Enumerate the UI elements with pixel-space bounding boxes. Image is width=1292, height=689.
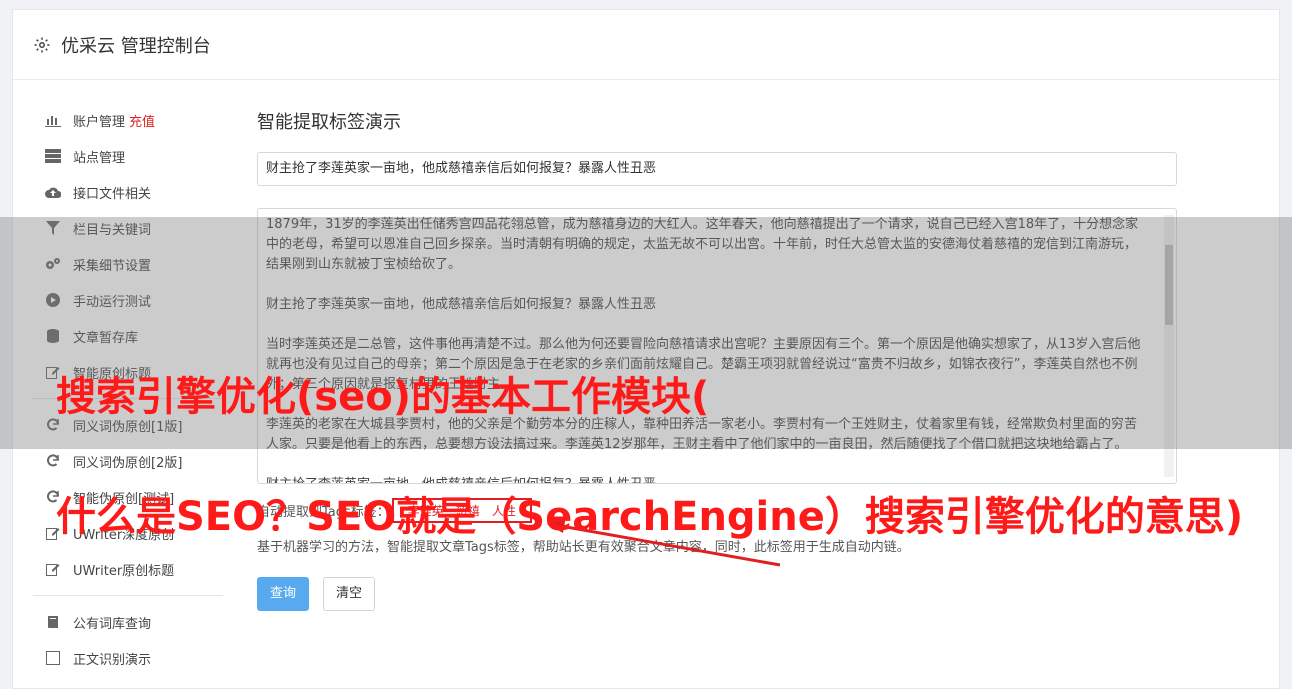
sidebar-item-uwriter-title[interactable]: UWriter原创标题 — [33, 551, 243, 587]
section-heading: 智能提取标签演示 — [257, 112, 401, 133]
sidebar-item-label: UWriter原创标题 — [73, 563, 175, 579]
cloud-upload-icon — [45, 184, 61, 200]
article-paragraph: 财主抢了李莲英家一亩地，他成慈禧亲信后如何报复？暴露人性丑恶 — [266, 475, 1148, 483]
sidebar-item-interface[interactable]: 接口文件相关 — [33, 174, 243, 210]
sidebar-item-label: 正文识别演示 — [73, 652, 152, 668]
database-icon — [45, 328, 61, 344]
edit-icon — [45, 561, 61, 577]
sidebar-item-label: 公有词库查询 — [73, 616, 152, 632]
sidebar-item-label: 手动运行测试 — [73, 294, 152, 310]
overlay-headline: 搜索引擎优化(seo)的基本工作模块( — [56, 374, 710, 420]
sidebar-item-sites[interactable]: 站点管理 — [33, 138, 243, 174]
sidebar-item-label: 同义词伪原创[2版] — [73, 455, 183, 471]
button-row: 查询 清空 — [257, 577, 1177, 611]
sidebar-item-synonym-v2[interactable]: 同义词伪原创[2版] — [33, 443, 243, 479]
sidebar-item-label: 账户管理 — [73, 114, 126, 130]
clear-button[interactable]: 清空 — [323, 577, 376, 611]
sidebar-item-collect-settings[interactable]: 采集细节设置 — [33, 246, 243, 282]
sidebar-item-label: 站点管理 — [73, 150, 126, 166]
sidebar-item-manual-run[interactable]: 手动运行测试 — [33, 282, 243, 318]
gear-icon — [34, 37, 50, 52]
sidebar-item-label: 接口文件相关 — [73, 186, 152, 202]
sidebar-item-account[interactable]: 账户管理 充值 — [33, 102, 243, 138]
sidebar-item-label: 栏目与关键词 — [73, 222, 152, 238]
panel-header: 优采云 管理控制台 — [13, 10, 1279, 80]
cogs-icon — [45, 256, 61, 272]
sidebar-item-article-store[interactable]: 文章暂存库 — [33, 318, 243, 354]
square-icon — [45, 650, 61, 666]
sidebar-item-label: 采集细节设置 — [73, 258, 152, 274]
recharge-link[interactable]: 充值 — [129, 111, 155, 130]
sidebar-divider — [33, 595, 223, 596]
sidebar-item-public-lexicon[interactable]: 公有词库查询 — [33, 604, 243, 640]
sidebar-item-label: 文章暂存库 — [73, 330, 139, 346]
article-paragraph: 财主抢了李莲英家一亩地，他成慈禧亲信后如何报复？暴露人性丑恶 — [266, 297, 657, 312]
play-icon — [45, 292, 61, 308]
scrollbar-thumb[interactable] — [1165, 245, 1173, 325]
query-button[interactable]: 查询 — [257, 577, 310, 611]
console-panel: 优采云 管理控制台 账户管理 充值 站点管理 接口文件相关 栏目与关键词 采集细… — [12, 9, 1280, 689]
sidebar-item-columns[interactable]: 栏目与关键词 — [33, 210, 243, 246]
sidebar-item-text-recognition[interactable]: 正文识别演示 — [33, 640, 243, 676]
article-textarea[interactable]: 1879年，31岁的李莲英出任储秀宫四品花翎总管，成为慈禧身边的大红人。这年春天… — [257, 208, 1177, 484]
title-input[interactable]: 财主抢了李莲英家一亩地，他成慈禧亲信后如何报复？暴露人性丑恶 — [257, 152, 1177, 186]
overlay-subheadline: 什么是SEO？SEO就是（SearchEngine）搜索引擎优化的意思) — [56, 494, 1244, 540]
article-paragraph: 1879年，31岁的李莲英出任储秀宫四品花翎总管，成为慈禧身边的大红人。这年春天… — [266, 217, 1139, 272]
server-icon — [45, 148, 61, 164]
textarea-scrollbar[interactable] — [1164, 215, 1174, 477]
page-title: 优采云 管理控制台 — [61, 35, 211, 57]
book-icon — [45, 614, 61, 630]
bar-chart-icon — [45, 112, 61, 128]
refresh-icon — [45, 453, 61, 469]
filter-icon — [45, 220, 61, 236]
